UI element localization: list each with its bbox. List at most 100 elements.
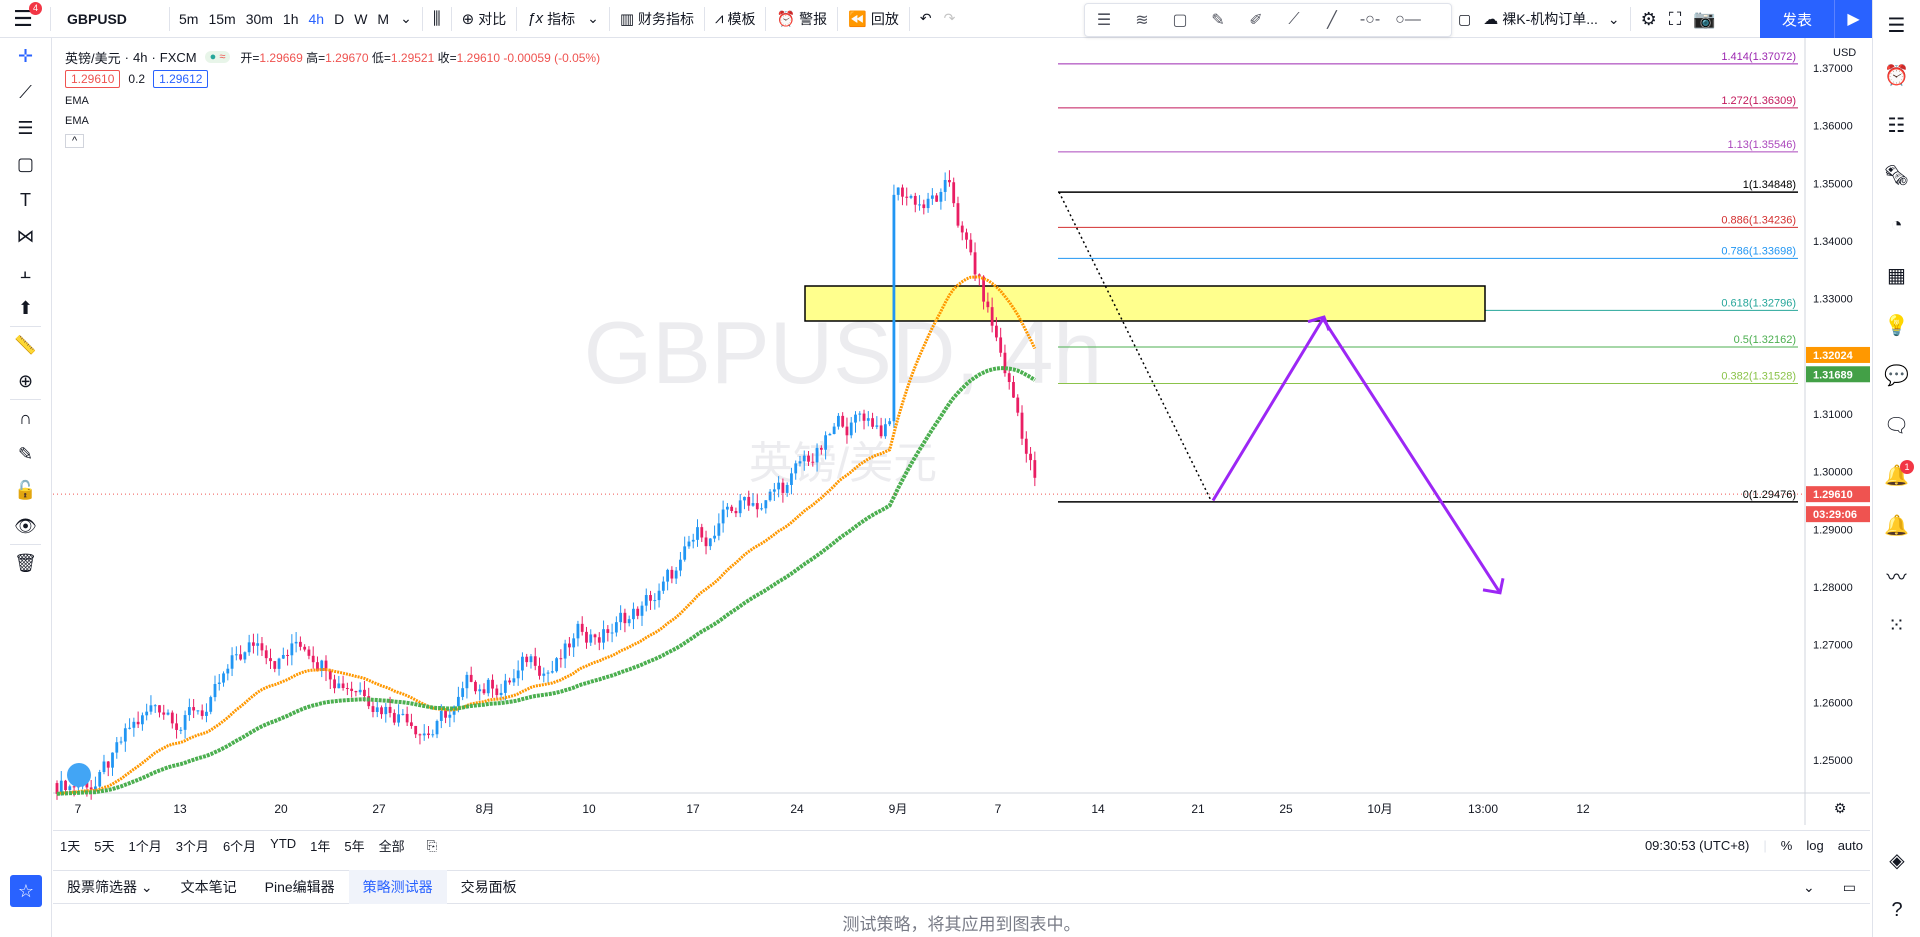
watchlist-icon[interactable]: ☰ [1873, 0, 1920, 50]
publish-button[interactable]: 发表 [1760, 0, 1834, 38]
arrow-up-icon[interactable]: ⬆ [0, 290, 51, 326]
text-tool-icon[interactable]: T [0, 182, 51, 218]
settings-button[interactable]: ⚙ [1635, 0, 1663, 38]
bell-icon[interactable]: 🔔 [1873, 500, 1920, 550]
clock-time[interactable]: 09:30:53 (UTC+8) [1638, 838, 1756, 853]
trendline-tool-icon[interactable]: ⟋ [0, 74, 51, 110]
line-tool-icon[interactable]: ╱ [1313, 10, 1351, 30]
candle-body [392, 712, 396, 723]
layout-button[interactable]: ☁ 裸K-机构订单... ⌄ [1477, 0, 1625, 38]
log-toggle[interactable]: log [1799, 838, 1830, 853]
replay-button[interactable]: ⏪ 回放 [842, 0, 905, 38]
range-button[interactable]: 6个月 [216, 836, 263, 855]
sell-price-button[interactable]: 1.29610 [65, 70, 121, 88]
trash-icon[interactable]: 🗑 [0, 545, 51, 581]
brush-tool-icon[interactable]: ✐ [1237, 10, 1275, 30]
watchlist-star-icon[interactable]: ☆ [10, 875, 42, 907]
zoom-in-icon[interactable]: ⊕ [0, 363, 51, 399]
indicator-ema-1[interactable]: EMA [65, 90, 600, 112]
interval-M[interactable]: M [372, 0, 394, 38]
interval-D[interactable]: D [329, 0, 349, 38]
range-button[interactable]: 1年 [303, 836, 337, 855]
collapse-legend-button[interactable]: ^ [65, 130, 600, 152]
news-icon[interactable]: 🗞 [1873, 150, 1920, 200]
select-rect-button[interactable]: ▢ [1452, 0, 1477, 38]
trend-icon[interactable]: 〰 [1873, 550, 1920, 600]
interval-5m[interactable]: 5m [174, 0, 203, 38]
ruler-icon[interactable]: 📏 [0, 327, 51, 363]
range-button[interactable]: 全部 [372, 836, 412, 855]
goto-date-icon[interactable]: ⎘ [420, 838, 444, 854]
auto-toggle[interactable]: auto [1831, 838, 1870, 853]
shapes-tool-icon[interactable]: ▢ [0, 146, 51, 182]
snapshot-button[interactable]: 📷 [1687, 0, 1721, 38]
tab-1[interactable]: 文本笔记 [167, 870, 251, 904]
prediction-tool-icon[interactable]: ⫠ [0, 254, 51, 290]
minimize-icon[interactable]: ⌄ [1789, 879, 1829, 896]
tab-0[interactable]: 股票筛选器 ⌄ [53, 870, 167, 904]
tab-4[interactable]: 交易面板 [447, 870, 531, 904]
financials-button[interactable]: ▥ 财务指标 [614, 0, 700, 38]
help-icon[interactable]: ? [1873, 885, 1920, 935]
range-button[interactable]: 5年 [337, 836, 371, 855]
trend-line-icon[interactable]: ⟋ [1275, 11, 1313, 29]
indicator-ema-2[interactable]: EMA [65, 112, 600, 130]
tab-2[interactable]: Pine编辑器 [251, 870, 349, 904]
range-button[interactable]: 3个月 [169, 836, 216, 855]
pattern-tool-icon[interactable]: ⋈ [0, 218, 51, 254]
magnet-icon[interactable]: ∩ [0, 400, 51, 436]
templates-button[interactable]: ⩘ 模板 [709, 0, 761, 38]
range-button[interactable]: 1个月 [121, 836, 168, 855]
price-chart[interactable]: USD 1.37000 1.36000 1.35000 1.34000 1.33000 1.… [53, 38, 1870, 825]
tab-3[interactable]: 策略测试器 [348, 870, 447, 904]
interval-4h[interactable]: 4h [304, 0, 330, 38]
alert-button[interactable]: ⏰ 警报 [770, 0, 833, 38]
fib-level-label: 0.886(1.34236) [1721, 214, 1796, 226]
indicators-button[interactable]: ƒx 指标 ⌄ [521, 0, 605, 38]
play-button[interactable]: ▶ [1834, 0, 1872, 38]
symbol-search-button[interactable]: GBPUSD [55, 11, 165, 27]
chart-type-button[interactable]: ⫼ [427, 0, 447, 38]
dots-grid-icon[interactable]: ⁙ [1873, 600, 1920, 650]
chat-icon[interactable]: 💬 [1873, 350, 1920, 400]
fullscreen-button[interactable]: ⛶ [1663, 0, 1688, 38]
interval-W[interactable]: W [349, 0, 372, 38]
range-button[interactable]: 1天 [53, 836, 87, 855]
candle-body [785, 484, 789, 493]
horizontal-line-icon[interactable]: -○- [1351, 11, 1389, 29]
undo-button[interactable]: ↶ [914, 0, 938, 38]
pencil-tool-icon[interactable]: ✎ [1199, 10, 1237, 30]
status-toggle[interactable]: ● ≈ [204, 51, 231, 63]
stay-drawing-icon[interactable]: ✎ [0, 436, 51, 472]
crosshair-icon[interactable]: ✛ [0, 38, 51, 74]
range-button[interactable]: YTD [263, 836, 303, 855]
data-window-icon[interactable]: ☷ [1873, 100, 1920, 150]
lines-style-icon[interactable]: ☰ [1085, 10, 1123, 30]
layers-icon[interactable]: ◈ [1873, 835, 1920, 885]
interval-1h[interactable]: 1h [278, 0, 304, 38]
redo-button[interactable]: ↷ [938, 0, 962, 38]
buy-price-button[interactable]: 1.29612 [153, 70, 209, 88]
hotlist-icon[interactable]: ◔ [1873, 200, 1920, 250]
lock-icon[interactable]: 🔓 [0, 472, 51, 508]
pair-name[interactable]: 英镑/美元 [65, 48, 121, 67]
notifications-icon[interactable]: 🔔 1 [1873, 450, 1920, 500]
menu-button[interactable]: ☰ 4 [0, 0, 46, 38]
maximize-icon[interactable]: ▭ [1829, 879, 1870, 896]
compare-button[interactable]: ⊕ 对比 [456, 0, 513, 38]
interval-30m[interactable]: 30m [241, 0, 278, 38]
range-button[interactable]: 5天 [87, 836, 121, 855]
fib-tool-icon[interactable]: ☰ [0, 110, 51, 146]
calendar-icon[interactable]: ▦ [1873, 250, 1920, 300]
ideas-icon[interactable]: 💡 [1873, 300, 1920, 350]
messages-icon[interactable]: 🗨 [1873, 400, 1920, 450]
interval-15m[interactable]: 15m [203, 0, 240, 38]
eye-icon[interactable]: 👁 [0, 508, 51, 544]
chart-area[interactable]: USD 1.37000 1.36000 1.35000 1.34000 1.33000 1.… [53, 38, 1870, 825]
rectangle-tool-icon[interactable]: ▢ [1161, 10, 1199, 30]
percent-toggle[interactable]: % [1774, 838, 1800, 853]
alarm-icon[interactable]: ⏰ [1873, 50, 1920, 100]
interval-dropdown[interactable]: ⌄ [394, 0, 418, 38]
curve-style-icon[interactable]: ≋ [1123, 10, 1161, 30]
horizontal-ray-icon[interactable]: ○— [1389, 11, 1427, 29]
